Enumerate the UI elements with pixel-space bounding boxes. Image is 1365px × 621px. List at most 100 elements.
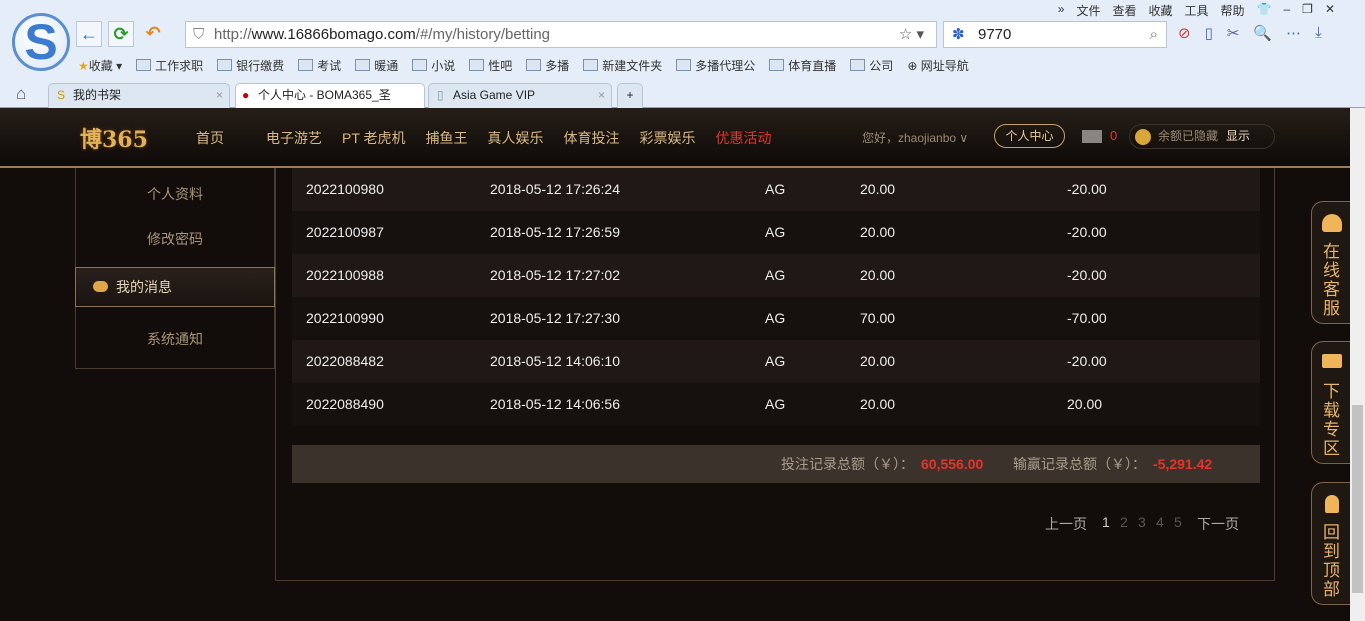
page-3[interactable]: 3 [1138, 514, 1146, 530]
page-scrollbar[interactable] [1350, 108, 1365, 621]
bookmark-favorites-label: 收藏 [88, 59, 113, 73]
bookmark-item[interactable]: 体育直播 [769, 57, 836, 74]
tab-page-icon: ▯ [437, 88, 444, 102]
menu-view[interactable]: 查看 [1112, 2, 1136, 19]
table-row: 2022088490 2018-05-12 14:06:56 AG 20.00 20.0… [292, 383, 1260, 426]
bookmark-nav-label: 网址导航 [920, 59, 969, 73]
zoom-icon[interactable]: 🔍 [1253, 24, 1272, 42]
personal-center-button[interactable]: 个人中心 [994, 124, 1065, 148]
toolbar-icons: ⊘ ▯ ✂ 🔍 ⋯ ⤓ [1178, 24, 1322, 42]
bookmark-item[interactable]: 性吧 [469, 57, 512, 74]
new-tab-button[interactable]: + [617, 83, 643, 108]
bookmark-item[interactable]: 小说 [412, 57, 455, 74]
close-tab-icon[interactable]: × [216, 84, 223, 107]
next-page-button[interactable]: 下一页 [1197, 514, 1239, 534]
bookmark-item[interactable]: 暖通 [355, 57, 398, 74]
page-5[interactable]: 5 [1174, 514, 1182, 530]
nav-electronic[interactable]: 电子游艺 [266, 128, 322, 148]
bookmark-item[interactable]: 新建文件夹 [583, 57, 662, 74]
cell-bet-time: 2018-05-12 17:26:24 [490, 181, 620, 197]
minimize-button[interactable]: – [1283, 2, 1290, 19]
bookmark-item[interactable]: 多播 [526, 57, 569, 74]
phone-icon[interactable]: ▯ [1205, 24, 1213, 42]
adblock-icon[interactable]: ⊘ [1178, 24, 1191, 42]
download-zone-button[interactable]: 下载专区 [1311, 341, 1351, 464]
bookmark-favorites[interactable]: ★收藏 ▾ [78, 57, 122, 74]
menu-file[interactable]: 文件 [1076, 2, 1100, 19]
tab-label: 我的书架 [73, 88, 122, 102]
cell-bet-amount: 20.00 [860, 353, 896, 369]
sidebar-item-password[interactable]: 修改密码 [76, 229, 274, 249]
nav-promotions[interactable]: 优惠活动 [716, 128, 772, 148]
cell-order-id: 2022100980 [306, 181, 384, 197]
cell-platform: AG [765, 396, 786, 412]
bookmark-item[interactable]: 公司 [850, 57, 893, 74]
tab-personal-center[interactable]: ● 个人中心 - BOMA365_圣 [235, 83, 425, 108]
scrollbar-thumb[interactable] [1352, 405, 1363, 593]
tab-asia-game[interactable]: ▯ Asia Game VIP × [428, 83, 612, 108]
address-bar[interactable]: ⛉ http://www.16866bomago.com/#/my/histor… [185, 21, 937, 48]
home-icon[interactable]: ⌂ [16, 84, 26, 104]
download-icon[interactable]: ⤓ [1315, 24, 1322, 42]
globe-icon: ⊕ [907, 59, 921, 73]
table-row: 2022100988 2018-05-12 17:27:02 AG 20.00 -20.… [292, 254, 1260, 297]
more-icon[interactable]: ⋯ [1286, 24, 1301, 42]
nav-fishing[interactable]: 捕鱼王 [426, 128, 468, 148]
sidebar-item-notices[interactable]: 系统通知 [76, 329, 274, 349]
bookmarks-bar: ★收藏 ▾ 工作求职 银行缴费 考试 暖通 小说 性吧 多播 新建文件夹 多播代… [78, 57, 969, 74]
tab-favicon-icon: S [57, 88, 66, 102]
prev-page-button[interactable]: 上一页 [1045, 514, 1087, 534]
cell-platform: AG [765, 181, 786, 197]
bookmark-item[interactable]: 多播代理公 [676, 57, 755, 74]
skin-icon[interactable]: 👕 [1257, 2, 1272, 19]
menu-tools[interactable]: 工具 [1185, 2, 1209, 19]
menu-help[interactable]: 帮助 [1221, 2, 1245, 19]
user-greeting[interactable]: 您好，zhaojianbo ∨ [862, 129, 968, 146]
table-row: 2022100990 2018-05-12 17:27:30 AG 70.00 -70.… [292, 297, 1260, 340]
restore-button[interactable]: ❐ [1302, 2, 1313, 19]
star-icon[interactable]: ☆ ▾ [899, 22, 924, 47]
totals-bar: 投注记录总额（￥）： 60,556.00 输赢记录总额（￥）： -5,291.4… [292, 445, 1260, 483]
bookmark-item[interactable]: 银行缴费 [217, 57, 284, 74]
cell-bet-amount: 20.00 [860, 267, 896, 283]
betting-history-panel: 2022100980 2018-05-12 17:26:24 AG 20.00 -20.… [275, 168, 1275, 581]
menu-more[interactable]: » [1058, 2, 1065, 19]
search-input[interactable]: ✽ 9770 ⌕ [943, 21, 1167, 48]
bet-total-label: 投注记录总额（￥）： [781, 456, 914, 472]
tab-label: Asia Game VIP [453, 88, 536, 102]
mail-icon[interactable] [1082, 130, 1102, 143]
bookmark-nav[interactable]: ⊕ 网址导航 [907, 57, 968, 74]
sidebar-item-messages[interactable]: 我的消息 [75, 267, 275, 307]
cell-platform: AG [765, 310, 786, 326]
back-to-top-button[interactable]: 回到顶部 [1311, 482, 1351, 605]
nav-lottery[interactable]: 彩票娱乐 [640, 128, 696, 148]
tab-bookshelf[interactable]: S 我的书架 × [48, 83, 230, 108]
close-tab-icon[interactable]: × [598, 84, 605, 107]
cell-bet-amount: 20.00 [860, 396, 896, 412]
nav-sports[interactable]: 体育投注 [564, 128, 620, 148]
tab-label: 个人中心 - BOMA365_圣 [258, 88, 391, 102]
show-balance-button[interactable]: 显示 [1226, 125, 1250, 148]
scissors-icon[interactable]: ✂ [1227, 24, 1240, 42]
page-4[interactable]: 4 [1156, 514, 1164, 530]
bookmark-item[interactable]: 工作求职 [136, 57, 203, 74]
refresh-button[interactable]: ⟳ [108, 21, 134, 47]
close-button[interactable]: ✕ [1325, 2, 1335, 19]
online-service-button[interactable]: 在线客服 [1311, 201, 1351, 324]
balance-box: 余额已隐藏 显示 [1129, 124, 1275, 149]
page-1[interactable]: 1 [1102, 514, 1110, 530]
nav-pt-slots[interactable]: PT 老虎机 [342, 128, 406, 148]
nav-home[interactable]: 首页 [196, 128, 224, 148]
search-icon[interactable]: ⌕ [1150, 22, 1158, 47]
cell-bet-amount: 20.00 [860, 224, 896, 240]
menu-favorites[interactable]: 收藏 [1148, 2, 1172, 19]
float-label: 在线客服 [1323, 242, 1340, 318]
cell-order-id: 2022088482 [306, 353, 384, 369]
back-button[interactable]: ← [76, 21, 102, 47]
undo-button[interactable]: ↶ [140, 21, 166, 47]
page-2[interactable]: 2 [1120, 514, 1128, 530]
sidebar-item-profile[interactable]: 个人资料 [76, 184, 274, 204]
site-logo[interactable]: 博365 [80, 122, 162, 154]
bookmark-item[interactable]: 考试 [298, 57, 341, 74]
nav-live[interactable]: 真人娱乐 [488, 128, 544, 148]
